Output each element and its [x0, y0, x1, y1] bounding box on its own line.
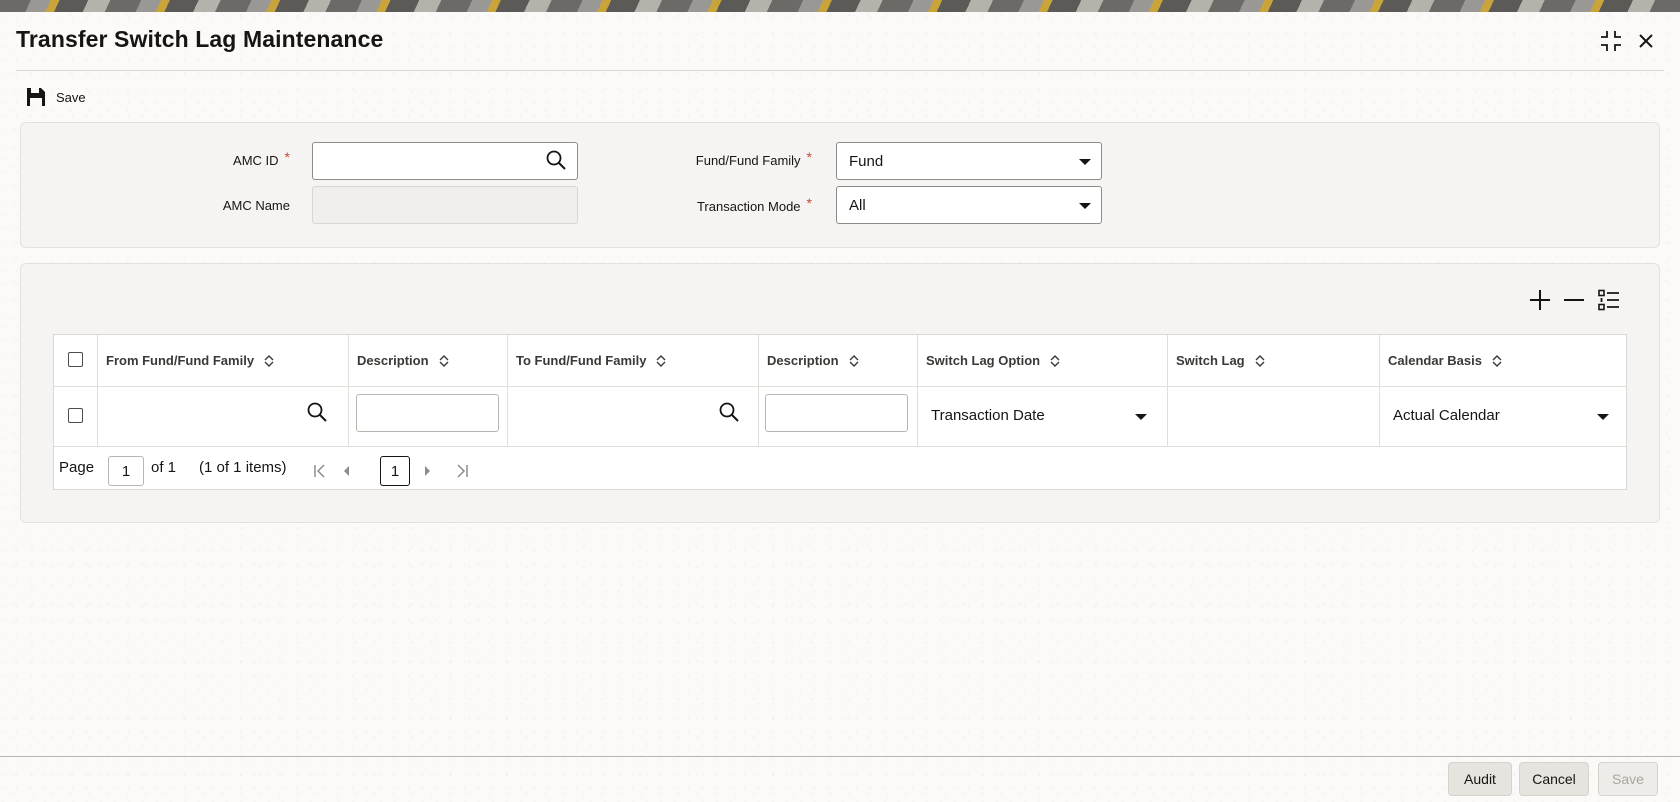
last-page-icon	[457, 464, 468, 478]
remove-row-button[interactable]	[1560, 286, 1588, 314]
chevron-left-icon	[344, 466, 349, 476]
fund-family-value: Fund	[849, 152, 884, 170]
chevron-down-icon	[1135, 414, 1147, 420]
column-divider	[507, 335, 508, 446]
floppy-disk-icon	[27, 88, 45, 106]
select-all-checkbox[interactable]	[68, 352, 83, 367]
column-divider	[97, 335, 98, 446]
first-page-button[interactable]	[312, 462, 328, 480]
to-fund-search-button[interactable]	[718, 401, 740, 423]
chevron-down-icon	[1079, 159, 1091, 165]
pagination-bar: Page of 1 (1 of 1 items)	[54, 446, 1626, 490]
search-icon	[307, 402, 327, 422]
fund-family-label: Fund/Fund Family *	[695, 149, 812, 168]
column-header-to-fund[interactable]: To Fund/Fund Family	[508, 335, 758, 386]
search-icon	[719, 402, 739, 422]
audit-button[interactable]: Audit	[1448, 762, 1512, 796]
column-divider	[1167, 335, 1168, 446]
previous-page-button[interactable]	[338, 462, 354, 480]
amc-id-label: AMC ID *	[233, 149, 290, 168]
amc-id-search-button[interactable]	[545, 149, 567, 171]
row-divider	[54, 386, 1626, 387]
chevron-down-icon	[1079, 203, 1091, 209]
sort-icon[interactable]	[1492, 354, 1502, 367]
column-header-to-description[interactable]: Description	[759, 335, 917, 386]
toolbar-save-label: Save	[56, 89, 86, 105]
amc-name-input	[312, 186, 578, 224]
page-label: Page	[59, 459, 95, 476]
amc-name-label: AMC Name	[222, 198, 290, 213]
current-page-button[interactable]: 1	[380, 456, 410, 486]
fund-family-select[interactable]: Fund	[836, 142, 1102, 180]
sort-icon[interactable]	[849, 354, 859, 367]
header-form-panel	[20, 122, 1660, 248]
page-number-input[interactable]: 1	[108, 456, 144, 486]
column-settings-button[interactable]	[1595, 286, 1623, 314]
column-divider	[917, 335, 918, 446]
page-title: Transfer Switch Lag Maintenance	[16, 26, 384, 52]
column-header-description[interactable]: Description	[349, 335, 507, 386]
page-of-label: of 1	[151, 459, 177, 476]
transaction-mode-label: Transaction Mode *	[696, 195, 812, 214]
minus-icon	[1564, 299, 1584, 301]
cancel-button[interactable]: Cancel	[1519, 762, 1589, 796]
list-settings-icon	[1598, 289, 1619, 311]
chevron-down-icon	[1597, 414, 1609, 420]
transaction-mode-value: All	[849, 196, 866, 214]
sort-icon[interactable]	[656, 354, 666, 367]
to-description-input[interactable]	[765, 394, 908, 432]
chevron-right-icon	[425, 466, 430, 476]
search-icon	[546, 150, 566, 170]
sort-icon[interactable]	[439, 354, 449, 367]
plus-icon	[1530, 290, 1550, 310]
switch-lag-option-value: Transaction Date	[931, 407, 1045, 424]
title-divider	[16, 70, 1664, 71]
footer-save-button[interactable]: Save	[1598, 762, 1658, 796]
row-select-checkbox[interactable]	[68, 408, 83, 423]
switch-lag-table: From Fund/Fund Family Description To Fun…	[53, 334, 1627, 490]
column-header-switch-lag-option[interactable]: Switch Lag Option	[918, 335, 1167, 386]
page-items-label: (1 of 1 items)	[199, 459, 287, 476]
column-divider	[1379, 335, 1380, 446]
column-header-from-fund[interactable]: From Fund/Fund Family	[98, 335, 348, 386]
sort-icon[interactable]	[1050, 354, 1060, 367]
transaction-mode-select[interactable]: All	[836, 186, 1102, 224]
last-page-button[interactable]	[454, 462, 470, 480]
column-divider	[758, 335, 759, 446]
maximize-button[interactable]	[1596, 26, 1626, 56]
sort-icon[interactable]	[1255, 354, 1265, 367]
footer-divider	[0, 756, 1680, 757]
column-header-calendar-basis[interactable]: Calendar Basis	[1380, 335, 1626, 386]
column-header-switch-lag[interactable]: Switch Lag	[1168, 335, 1379, 386]
toolbar-save-button[interactable]: Save	[26, 85, 86, 109]
sort-icon[interactable]	[264, 354, 274, 367]
column-divider	[348, 335, 349, 446]
add-row-button[interactable]	[1526, 286, 1554, 314]
calendar-basis-value: Actual Calendar	[1393, 407, 1500, 424]
next-page-button[interactable]	[420, 462, 436, 480]
header-banner	[0, 0, 1680, 12]
close-button[interactable]	[1631, 26, 1661, 56]
first-page-icon	[314, 464, 325, 478]
from-fund-search-button[interactable]	[306, 401, 328, 423]
from-description-input[interactable]	[356, 394, 499, 432]
collapse-arrows-icon	[1601, 31, 1621, 51]
close-icon	[1639, 34, 1653, 48]
amc-id-input[interactable]	[312, 142, 578, 180]
